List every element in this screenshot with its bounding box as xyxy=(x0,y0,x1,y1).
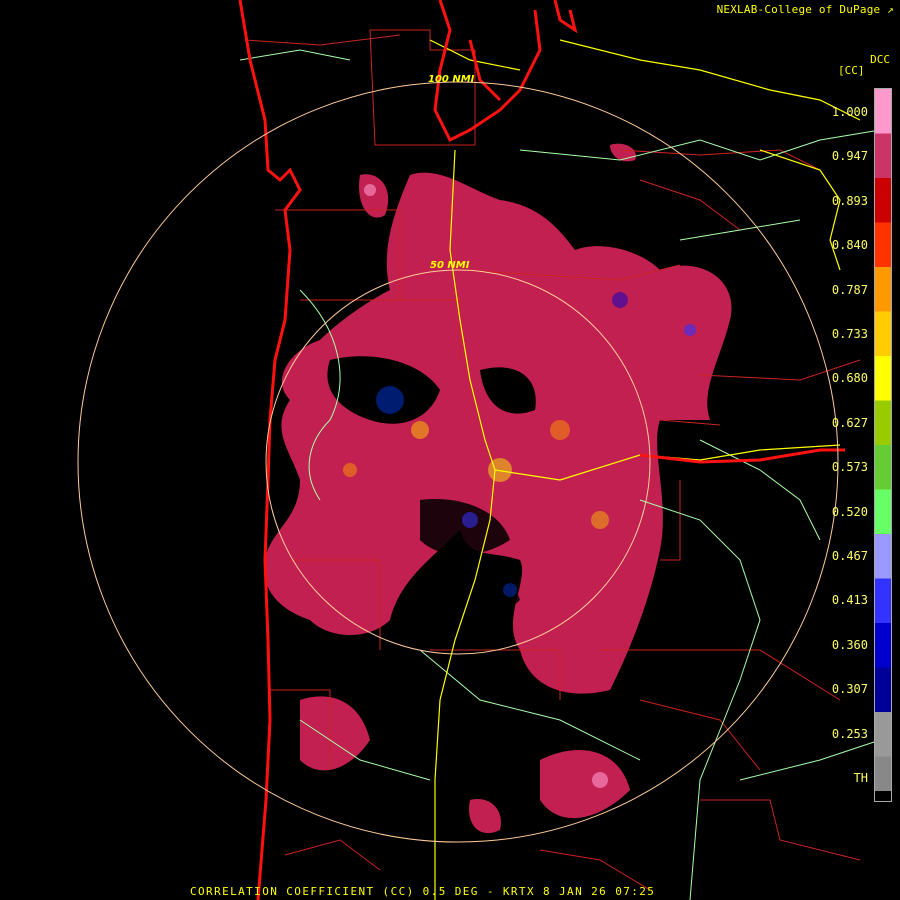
range-ring-label-50: 50 NMI xyxy=(430,260,470,271)
colorbar-label: 0.947 xyxy=(831,149,868,164)
colorbar-label: 0.573 xyxy=(831,460,868,475)
colorbar-label: 0.840 xyxy=(831,238,868,253)
range-ring-label-100: 100 NMI xyxy=(428,74,475,85)
credit-text: NEXLAB-College of DuPage xyxy=(716,3,881,16)
colorbar-th-swatch xyxy=(875,791,891,801)
colorbar-label: 0.413 xyxy=(831,593,868,608)
product-code: DCC xyxy=(870,53,890,66)
colorbar-label: 0.893 xyxy=(831,193,868,208)
colorbar-label: 0.253 xyxy=(831,726,868,741)
credit-label: NEXLAB-College of DuPage ↗ xyxy=(717,3,894,16)
radar-map: 100 NMI 50 NMI xyxy=(77,0,881,900)
colorbar-label: 0.627 xyxy=(831,415,868,430)
colorbar-units: [CC] xyxy=(838,64,865,77)
colorbar-label: 0.360 xyxy=(831,637,868,652)
colorbar-label: 0.307 xyxy=(831,682,868,697)
colorbar-label: 0.733 xyxy=(831,327,868,341)
colorbar-label: 0.680 xyxy=(831,371,868,386)
logo-icon: ↗ xyxy=(887,3,894,16)
colorbar-label: 0.520 xyxy=(831,504,868,519)
colorbar-label: 0.787 xyxy=(831,282,868,297)
colorbar-label: TH xyxy=(853,771,868,785)
colorbar-label: 0.467 xyxy=(831,549,868,563)
radar-echo-layer xyxy=(264,143,732,834)
product-title: CORRELATION COEFFICIENT (CC) 0.5 DEG - K… xyxy=(190,885,656,898)
color-scale-bar xyxy=(874,88,892,802)
colorbar-label: 1.000 xyxy=(831,105,868,119)
